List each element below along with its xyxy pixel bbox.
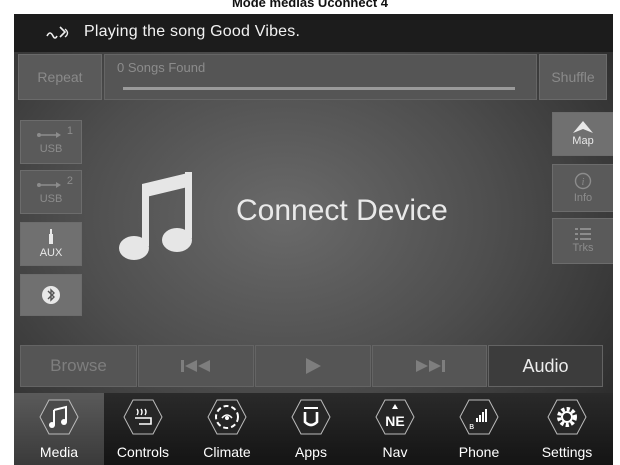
bottom-navigation: Media Controls Climate Apps NE Nav ʙ Pho…: [14, 393, 613, 465]
nav-controls[interactable]: Controls: [98, 393, 188, 465]
play-icon: [306, 358, 321, 374]
songs-found-text: 0 Songs Found: [117, 60, 206, 75]
source-usb-2-label: USB: [39, 193, 63, 205]
nav-media[interactable]: Media: [14, 393, 104, 465]
nav-climate-label: Climate: [203, 444, 251, 460]
browse-button[interactable]: Browse: [20, 345, 137, 387]
skip-forward-icon: [415, 360, 445, 372]
usb-icon: [37, 182, 61, 188]
tracks-list-icon: [575, 228, 591, 240]
tracks-label: Trks: [572, 242, 594, 254]
nav-media-label: Media: [39, 444, 79, 460]
gear-icon: [547, 399, 587, 435]
nav-settings-label: Settings: [541, 444, 593, 460]
map-button[interactable]: Map: [552, 112, 613, 156]
music-note-icon: [39, 399, 79, 435]
svg-text:ʙ: ʙ: [469, 422, 474, 432]
source-aux-label: AUX: [39, 247, 63, 259]
aux-icon: [49, 229, 53, 244]
apps-u-icon: [291, 399, 331, 435]
play-button[interactable]: [255, 345, 371, 387]
status-bar: Playing the song Good Vibes.: [14, 14, 613, 52]
source-usb-1-label: USB: [39, 143, 63, 155]
tracks-button[interactable]: Trks: [552, 218, 613, 264]
playback-controls: Browse Audio: [20, 345, 603, 387]
nav-apps[interactable]: Apps: [266, 393, 356, 465]
previous-track-button[interactable]: [138, 345, 254, 387]
song-progress-area: 0 Songs Found: [104, 54, 537, 100]
player-top-row: Repeat 0 Songs Found Shuffle: [18, 54, 607, 100]
usb-icon: [37, 132, 61, 138]
info-icon: i: [574, 172, 592, 190]
phone-signal-icon: ʙ: [459, 399, 499, 435]
nav-navigation[interactable]: NE Nav: [350, 393, 440, 465]
nav-phone[interactable]: ʙ Phone: [434, 393, 524, 465]
source-bluetooth-button[interactable]: [20, 274, 82, 316]
status-text: Playing the song Good Vibes.: [84, 23, 301, 40]
source-aux-button[interactable]: AUX: [20, 222, 82, 266]
uconnect-screen: Playing the song Good Vibes. Repeat 0 So…: [14, 14, 613, 465]
repeat-button[interactable]: Repeat: [18, 54, 102, 100]
nav-climate[interactable]: Climate: [182, 393, 272, 465]
source-usb-1-button[interactable]: USB 1: [20, 120, 82, 164]
nav-phone-label: Phone: [458, 444, 500, 460]
info-button[interactable]: i Info: [552, 164, 613, 212]
source-usb-2-badge: 2: [66, 175, 73, 187]
nav-controls-label: Controls: [116, 444, 170, 460]
svg-text:i: i: [582, 177, 585, 188]
shuffle-button[interactable]: Shuffle: [539, 54, 607, 100]
info-label: Info: [573, 192, 593, 204]
progress-bar[interactable]: [123, 87, 515, 90]
nav-settings[interactable]: Settings: [522, 393, 612, 465]
voice-command-icon: [46, 26, 69, 39]
connect-device-text: Connect Device: [236, 194, 448, 227]
seat-heat-icon: [123, 399, 163, 435]
nav-navigation-label: Nav: [382, 444, 408, 460]
bluetooth-icon: [42, 286, 60, 304]
compass-heading: NE: [385, 413, 405, 429]
map-arrow-icon: [573, 121, 593, 133]
source-usb-2-button[interactable]: USB 2: [20, 170, 82, 214]
page-caption: Mode médias Uconnect 4: [231, 0, 389, 10]
audio-button[interactable]: Audio: [488, 345, 603, 387]
nav-apps-label: Apps: [295, 444, 327, 460]
next-track-button[interactable]: [372, 345, 487, 387]
climate-icon: [207, 399, 247, 435]
music-note-icon: [119, 172, 192, 260]
map-label: Map: [572, 135, 594, 147]
source-usb-1-badge: 1: [66, 125, 73, 137]
skip-back-icon: [181, 360, 210, 372]
